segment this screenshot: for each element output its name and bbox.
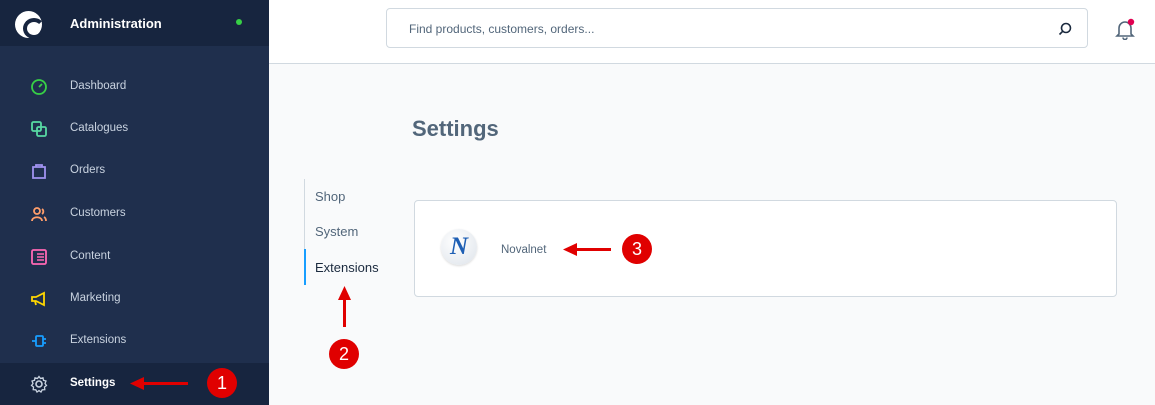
online-status-dot [236,19,242,25]
sidebar-item-marketing[interactable]: Marketing [0,278,269,320]
sidebar-item-label: Extensions [70,334,127,346]
sidebar-item-label: Marketing [70,292,121,304]
annotation-number: 3 [631,239,642,259]
content-icon [31,249,47,265]
sidebar-item-customers[interactable]: Customers [0,193,269,235]
sidebar-header: Administration [0,0,269,46]
annotation-arrow-head-up-icon [338,286,351,300]
sidebar-item-label: Catalogues [70,122,129,134]
annotation-arrow-head-left-icon [130,377,144,390]
customers-icon [31,207,47,222]
annotation-number: 1 [216,373,227,393]
marketing-icon [31,291,45,307]
annotation-arrow-line [343,297,346,327]
sidebar-item-catalogues[interactable]: Catalogues [0,108,269,150]
dashboard-icon [31,79,47,95]
novalnet-logo-icon[interactable]: N [441,229,477,265]
settings-icon [30,375,48,393]
sidebar-item-content[interactable]: Content [0,236,269,278]
search-input[interactable]: Find products, customers, orders... [386,8,1088,48]
annotation-number: 2 [338,344,349,364]
annotation-arrow-head-left-icon [563,243,577,256]
annotation-badge-3: 3 [622,234,652,264]
submenu-active-indicator [304,249,306,285]
orders-icon [32,164,46,179]
sidebar-item-label: Orders [70,164,106,176]
submenu-item-extensions[interactable]: Extensions [315,260,379,275]
submenu-item-system[interactable]: System [315,224,358,239]
app-title: Administration [70,16,162,31]
extensions-card: N Novalnet [414,200,1117,297]
topbar: Find products, customers, orders... [269,0,1155,64]
sidebar-item-orders[interactable]: Orders [0,150,269,192]
extensions-icon [32,335,46,347]
sidebar-item-extensions[interactable]: Extensions [0,320,269,362]
submenu-item-shop[interactable]: Shop [315,189,345,204]
annotation-arrow-line [575,248,611,251]
shopware-logo-icon[interactable] [15,11,45,39]
extension-link-novalnet[interactable]: Novalnet [501,244,546,256]
annotation-badge-2: 2 [329,339,359,369]
catalogues-icon [31,121,47,137]
annotation-arrow-line [142,382,188,385]
page-title: Settings [412,116,499,141]
sidebar-item-label: Settings [70,377,116,389]
annotation-badge-1: 1 [207,368,237,398]
sidebar-item-dashboard[interactable]: Dashboard [0,66,269,108]
sidebar-item-label: Content [70,250,111,262]
sidebar-item-label: Dashboard [70,80,127,92]
search-icon[interactable] [1057,21,1073,37]
sidebar-item-label: Customers [70,207,126,219]
notification-bell-icon[interactable] [1114,18,1136,40]
settings-submenu: Shop System Extensions [304,179,394,285]
novalnet-logo-letter: N [450,233,469,260]
search-placeholder: Find products, customers, orders... [409,22,595,36]
sidebar: Administration Dashboard Catalogues Orde… [0,0,269,405]
